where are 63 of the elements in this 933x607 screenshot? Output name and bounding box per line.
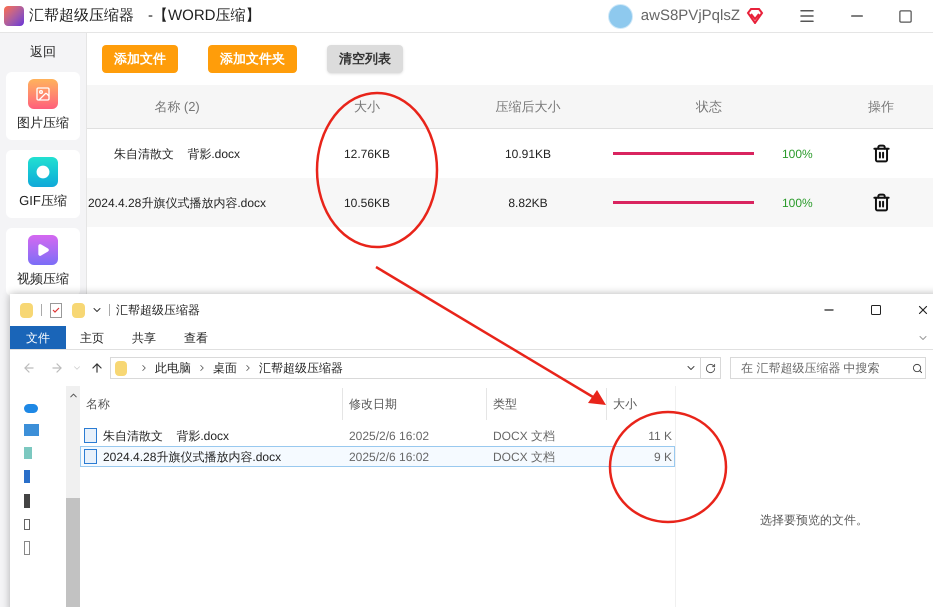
app-title: 汇帮超级压缩器 [29, 6, 134, 26]
gif-icon [28, 156, 58, 187]
play-icon [28, 234, 58, 265]
file-name: 朱自清散文 背影.docx [103, 428, 230, 444]
file-row[interactable]: 朱自清散文 背影.docx 2025/2/6 16:02 DOCX 文档 11 K [80, 425, 675, 446]
app-logo-icon [4, 6, 24, 26]
sidebar-item[interactable]: 视频压缩 [6, 228, 80, 296]
properties-icon[interactable] [50, 302, 62, 318]
trash-icon[interactable] [872, 193, 890, 212]
progress-percent: 100% [782, 146, 813, 162]
preview-message: 选择要预览的文件。 [760, 512, 868, 529]
column-header[interactable]: 大小 [606, 388, 676, 420]
scrollbar-thumb[interactable] [66, 498, 80, 607]
mode-title: -【WORD压缩】 [148, 6, 260, 26]
compressed-size: 10.91KB [504, 146, 552, 162]
vip-icon[interactable] [746, 8, 764, 24]
back-link[interactable]: 返回 [30, 42, 56, 62]
file-type: DOCX 文档 [492, 448, 556, 466]
maximize-icon[interactable] [870, 304, 882, 316]
menu-icon[interactable] [798, 7, 816, 25]
folder-icon [115, 360, 127, 376]
file-name: 2024.4.28升旗仪式播放内容.docx [87, 194, 267, 212]
ribbon-tab[interactable]: 共享 [118, 326, 170, 349]
file-type: DOCX 文档 [492, 428, 556, 444]
column-header: 名称 (2) [153, 98, 201, 116]
sidebar-item[interactable]: 图片压缩 [6, 72, 80, 140]
modified-date: 2025/2/6 16:02 [348, 428, 430, 444]
compressed-size: 8.82KB [507, 194, 549, 212]
breadcrumb-item[interactable]: 桌面 [213, 359, 237, 377]
maximize-icon[interactable] [898, 8, 913, 24]
file-name: 朱自清散文 背影.docx [112, 146, 242, 162]
ribbon-tab[interactable]: 查看 [170, 326, 222, 349]
user-name[interactable]: awS8PVjPqlsZ [640, 4, 740, 28]
column-header[interactable]: 名称 [80, 388, 342, 420]
column-header: 状态 [694, 98, 723, 116]
search-field[interactable]: 在 汇帮超级压缩器 中搜索 [730, 357, 926, 379]
breadcrumb-item[interactable]: 汇帮超级压缩器 [259, 359, 343, 377]
explorer-title: 汇帮超级压缩器 [116, 302, 200, 319]
cloud-icon[interactable] [24, 404, 38, 413]
search-icon [912, 362, 923, 374]
trash-icon[interactable] [872, 144, 890, 163]
column-header: 操作 [867, 98, 895, 116]
close-icon[interactable] [916, 303, 930, 317]
address-bar[interactable]: 此电脑 桌面 汇帮超级压缩器 [110, 357, 721, 379]
file-size: 11 K [647, 428, 673, 444]
toolbar-button[interactable]: 清空列表 [327, 45, 403, 73]
file-size: 9 K [652, 448, 673, 466]
ribbon-tab[interactable]: 主页 [66, 326, 118, 349]
image-icon [28, 78, 58, 109]
up-icon[interactable] [90, 361, 104, 375]
column-header: 大小 [353, 98, 381, 116]
file-name: 2024.4.28升旗仪式播放内容.docx [103, 448, 282, 466]
file-row[interactable]: 2024.4.28升旗仪式播放内容.docx 2025/2/6 16:02 DOCX 文档 9 K [80, 446, 675, 467]
column-header[interactable]: 修改日期 [342, 388, 486, 420]
file-size: 12.76KB [342, 146, 392, 162]
refresh-icon[interactable] [705, 362, 716, 374]
breadcrumb-item[interactable]: 此电脑 [155, 359, 191, 377]
column-header: 压缩后大小 [494, 98, 562, 116]
file-size: 10.56KB [342, 194, 392, 212]
ribbon-tab[interactable]: 文件 [10, 326, 66, 349]
progress-percent: 100% [782, 194, 813, 212]
sidebar-item[interactable]: GIF压缩 [6, 150, 80, 218]
modified-date: 2025/2/6 16:02 [348, 448, 430, 466]
